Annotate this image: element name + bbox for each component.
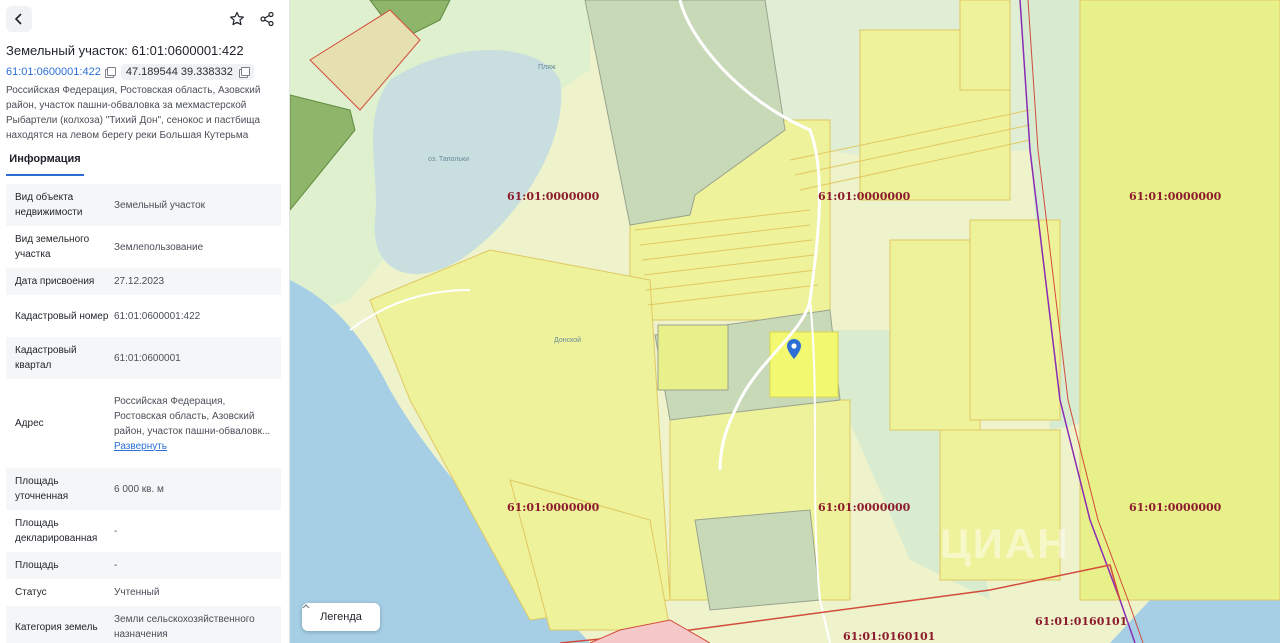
row-value-wrap: Российская Федерация, Ростовская область… xyxy=(114,394,281,454)
row-key: Площадь xyxy=(15,560,59,571)
expand-link[interactable]: Развернуть xyxy=(114,441,167,452)
property-panel: Земельный участок: 61:01:0600001:422 61:… xyxy=(0,0,290,643)
cadastral-label: 61:01:0160101 xyxy=(843,630,936,643)
legend-button[interactable]: Легенда xyxy=(302,603,380,631)
table-row: Вид объекта недвижимости Земельный участо… xyxy=(6,184,281,226)
back-button[interactable] xyxy=(6,6,32,32)
map-pin-icon xyxy=(787,339,801,359)
legend-label: Легенда xyxy=(320,611,362,623)
table-row: Кадастровый квартал 61:01:0600001 xyxy=(6,337,281,379)
tab-info[interactable]: Информация xyxy=(6,152,84,176)
row-value: Российская Федерация, Ростовская область… xyxy=(114,395,271,437)
row-key: Категория земель xyxy=(15,621,98,633)
table-row: Площадь уточненная 6 000 кв. м xyxy=(6,468,281,510)
star-icon xyxy=(230,11,244,26)
coordinates-badge: 47.189544 39.338332 xyxy=(120,64,254,80)
share-icon xyxy=(260,11,274,27)
row-value: 61:01:0600001:422 xyxy=(114,310,201,322)
cadastral-label: 61:01:0000000 xyxy=(1129,501,1222,514)
row-key: Площадь уточненная xyxy=(15,476,69,502)
cadastral-label: 61:01:0000000 xyxy=(1129,190,1222,203)
parcel xyxy=(889,239,981,431)
row-key: Адрес xyxy=(15,418,44,429)
info-table: Вид объекта недвижимости Земельный участо… xyxy=(6,184,281,643)
row-value: Земельный участок xyxy=(114,199,206,211)
coordinates-text: 47.189544 39.338332 xyxy=(125,66,233,78)
poi-beach-label: Пляж xyxy=(538,64,556,71)
poi-place-label: Донской xyxy=(554,337,582,344)
poi-lake-label: оз. Тапольки xyxy=(428,156,470,163)
cadastral-label: 61:01:0000000 xyxy=(507,501,600,514)
row-value: Земли сельскохозяйственного назначения xyxy=(114,614,255,640)
page-title: Земельный участок: 61:01:0600001:422 xyxy=(6,43,244,58)
row-value: 27.12.2023 xyxy=(114,276,165,287)
table-row: Кадастровый номер 61:01:0600001:422 xyxy=(6,295,281,337)
row-key: Дата присвоения xyxy=(15,276,95,287)
parcel xyxy=(657,324,729,391)
row-value: Землепользование xyxy=(114,241,204,253)
table-row: Дата присвоения 27.12.2023 xyxy=(6,268,281,295)
row-key: Статус xyxy=(15,587,47,598)
favorite-button[interactable] xyxy=(224,6,250,32)
row-key: Кадастровый номер xyxy=(15,310,109,322)
row-value: 6 000 кв. м xyxy=(114,483,164,495)
parcel xyxy=(959,0,1011,91)
table-row: Вид земельного участка Землепользование xyxy=(6,226,281,268)
cadastral-label: 61:01:0160101 xyxy=(1035,615,1128,628)
selected-parcel[interactable] xyxy=(769,331,839,398)
id-row: 61:01:0600001:422 47.189544 39.338332 xyxy=(6,63,254,81)
copy-icon[interactable] xyxy=(104,67,116,78)
share-button[interactable] xyxy=(254,6,280,32)
row-key: Вид объекта недвижимости xyxy=(15,192,83,218)
table-row: Статус Учтенный xyxy=(6,579,281,606)
watermark: ЦИАН xyxy=(940,520,1070,567)
table-row: Адрес Российская Федерация, Ростовская о… xyxy=(6,379,281,468)
chevron-up-icon xyxy=(302,604,310,609)
cadastral-number-link[interactable]: 61:01:0600001:422 xyxy=(6,66,101,78)
row-value: - xyxy=(114,560,118,571)
row-key: Кадастровый квартал xyxy=(15,345,77,371)
copy-coordinates-icon[interactable] xyxy=(238,67,250,78)
row-key: Вид земельного участка xyxy=(15,234,90,260)
cadastral-map[interactable]: 61:01:0000000 61:01:0000000 61:01:000000… xyxy=(290,0,1280,643)
panel-toolbar xyxy=(0,0,289,38)
row-value: Учтенный xyxy=(114,587,160,598)
cadastral-label: 61:01:0000000 xyxy=(507,190,600,203)
map-canvas xyxy=(290,0,1280,643)
cadastral-label: 61:01:0000000 xyxy=(818,501,911,514)
chevron-left-icon xyxy=(14,13,22,25)
address-text: Российская Федерация, Ростовская область… xyxy=(6,85,261,141)
row-value: - xyxy=(114,525,118,537)
row-key: Площадь декларированная xyxy=(15,518,98,544)
parcel xyxy=(969,219,1061,421)
row-value: 61:01:0600001 xyxy=(114,352,181,364)
built-area xyxy=(694,509,821,611)
table-row: Площадь декларированная - xyxy=(6,510,281,552)
cadastral-label: 61:01:0000000 xyxy=(818,190,911,203)
table-row: Площадь - xyxy=(6,552,281,579)
table-row: Категория земель Земли сельскохозяйственн… xyxy=(6,606,281,643)
